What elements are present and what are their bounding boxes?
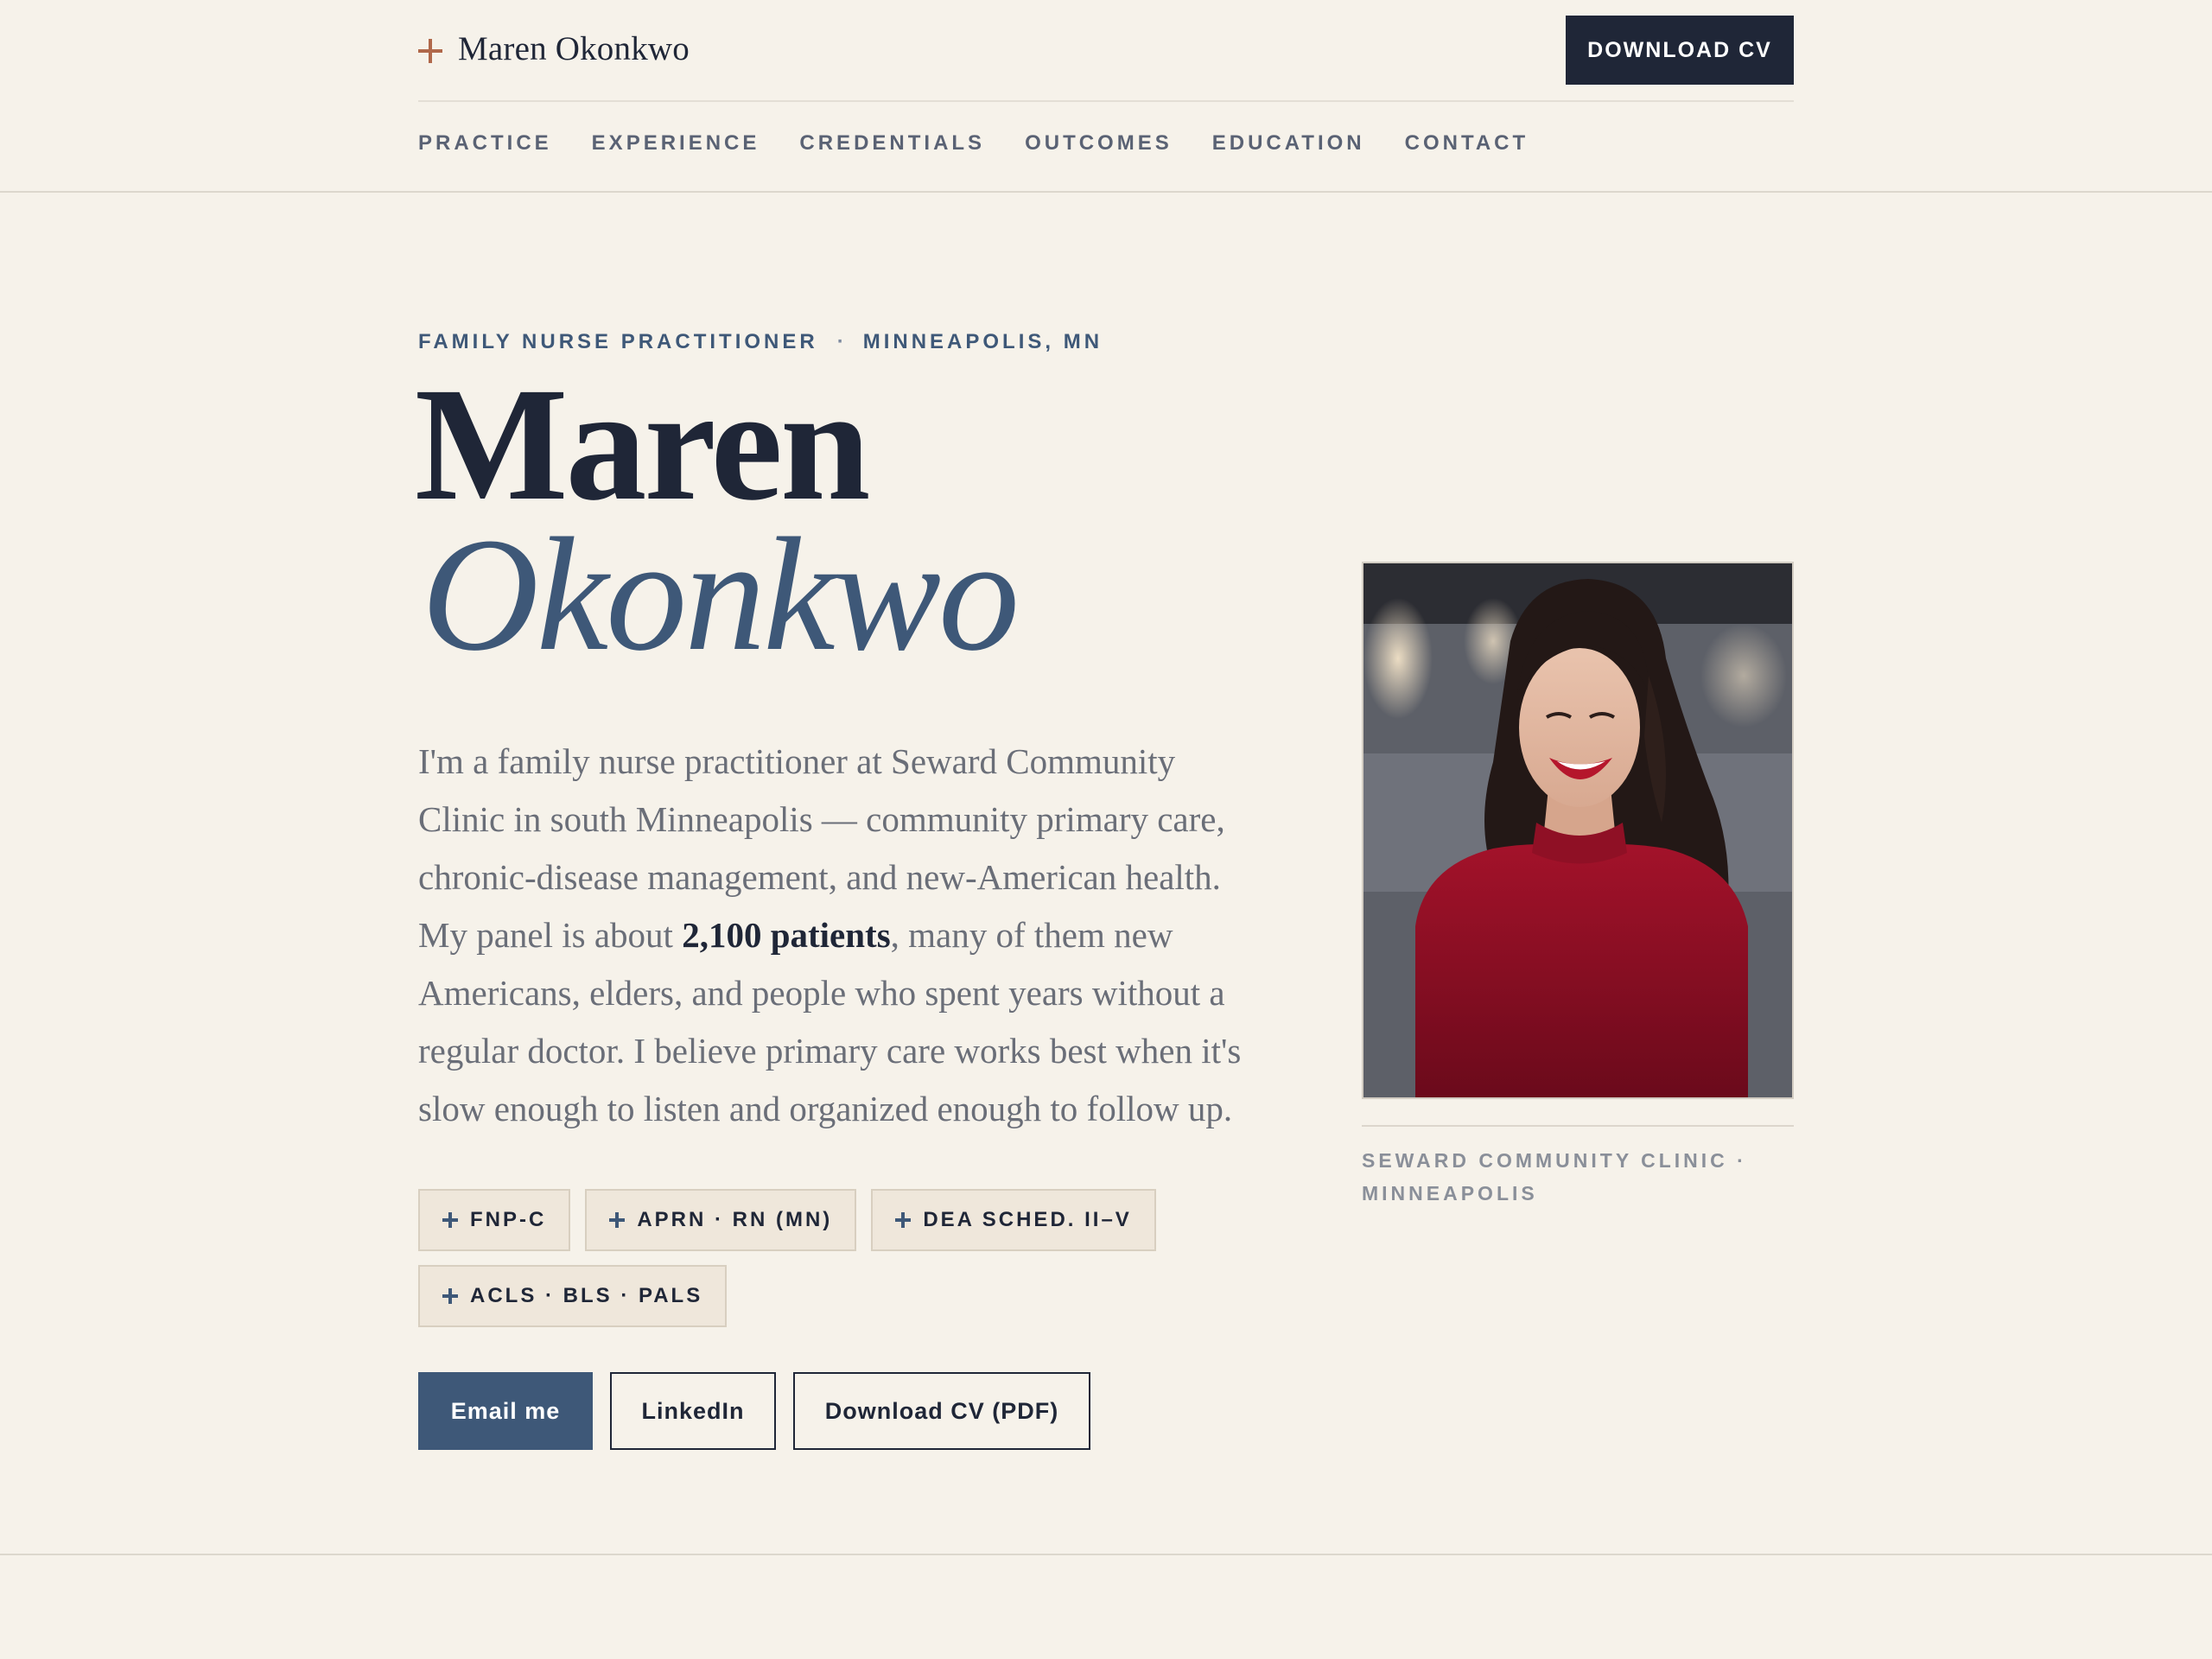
plus-icon	[895, 1212, 912, 1228]
badge-label: APRN · RN (MN)	[637, 1208, 833, 1231]
brand[interactable]: Maren Okonkwo	[418, 21, 690, 76]
hero-first-name: Maren	[415, 353, 870, 534]
eyebrow-role: FAMILY NURSE PRACTITIONER	[418, 330, 818, 353]
credential-badge: FNP-C	[418, 1189, 571, 1251]
portrait-photo	[1362, 562, 1794, 1099]
main-nav: PRACTICE EXPERIENCE CREDENTIALS OUTCOMES…	[418, 131, 1568, 156]
download-cv-pdf-button[interactable]: Download CV (PDF)	[793, 1372, 1090, 1450]
credential-badge: DEA SCHED. II–V	[871, 1189, 1156, 1251]
credential-badge: ACLS · BLS · PALS	[418, 1265, 728, 1327]
credential-badges: FNP-C APRN · RN (MN) DEA SCHED. II–V ACL…	[418, 1189, 1248, 1327]
download-cv-button[interactable]: DOWNLOAD CV	[1566, 16, 1794, 85]
hero-eyebrow: FAMILY NURSE PRACTITIONER · MINNEAPOLIS,…	[418, 330, 1103, 354]
hero-last-name: Okonkwo	[422, 504, 1020, 684]
plus-icon	[442, 1212, 458, 1228]
credential-badge: APRN · RN (MN)	[585, 1189, 857, 1251]
badge-label: ACLS · BLS · PALS	[470, 1284, 703, 1307]
plus-icon	[609, 1212, 626, 1228]
caption-divider	[1362, 1125, 1794, 1127]
hero-actions: Email me LinkedIn Download CV (PDF)	[418, 1372, 1090, 1450]
email-me-button[interactable]: Email me	[418, 1372, 593, 1450]
nav-item-practice[interactable]: PRACTICE	[418, 131, 552, 156]
plus-icon	[418, 39, 442, 63]
brand-name: Maren Okonkwo	[458, 29, 690, 67]
portrait-caption: SEWARD COMMUNITY CLINIC · MINNEAPOLIS	[1362, 1149, 1747, 1205]
nav-item-education[interactable]: EDUCATION	[1212, 131, 1365, 156]
eyebrow-location: MINNEAPOLIS, MN	[862, 330, 1103, 353]
plus-icon	[442, 1288, 458, 1304]
nav-item-contact[interactable]: CONTACT	[1405, 131, 1529, 156]
header-divider	[418, 100, 1794, 102]
eyebrow-separator: ·	[836, 330, 844, 353]
hero-bio: I'm a family nurse practitioner at Sewar…	[418, 733, 1248, 1138]
section-divider	[0, 1554, 2212, 1555]
badge-label: DEA SCHED. II–V	[923, 1208, 1132, 1231]
badge-label: FNP-C	[470, 1208, 547, 1231]
site-header: Maren Okonkwo DOWNLOAD CV PRACTICE EXPER…	[0, 0, 2212, 193]
nav-item-outcomes[interactable]: OUTCOMES	[1025, 131, 1173, 156]
linkedin-button[interactable]: LinkedIn	[610, 1372, 776, 1450]
nav-item-credentials[interactable]: CREDENTIALS	[799, 131, 985, 156]
bio-highlight: 2,100 patients	[682, 915, 891, 955]
nav-item-experience[interactable]: EXPERIENCE	[592, 131, 760, 156]
